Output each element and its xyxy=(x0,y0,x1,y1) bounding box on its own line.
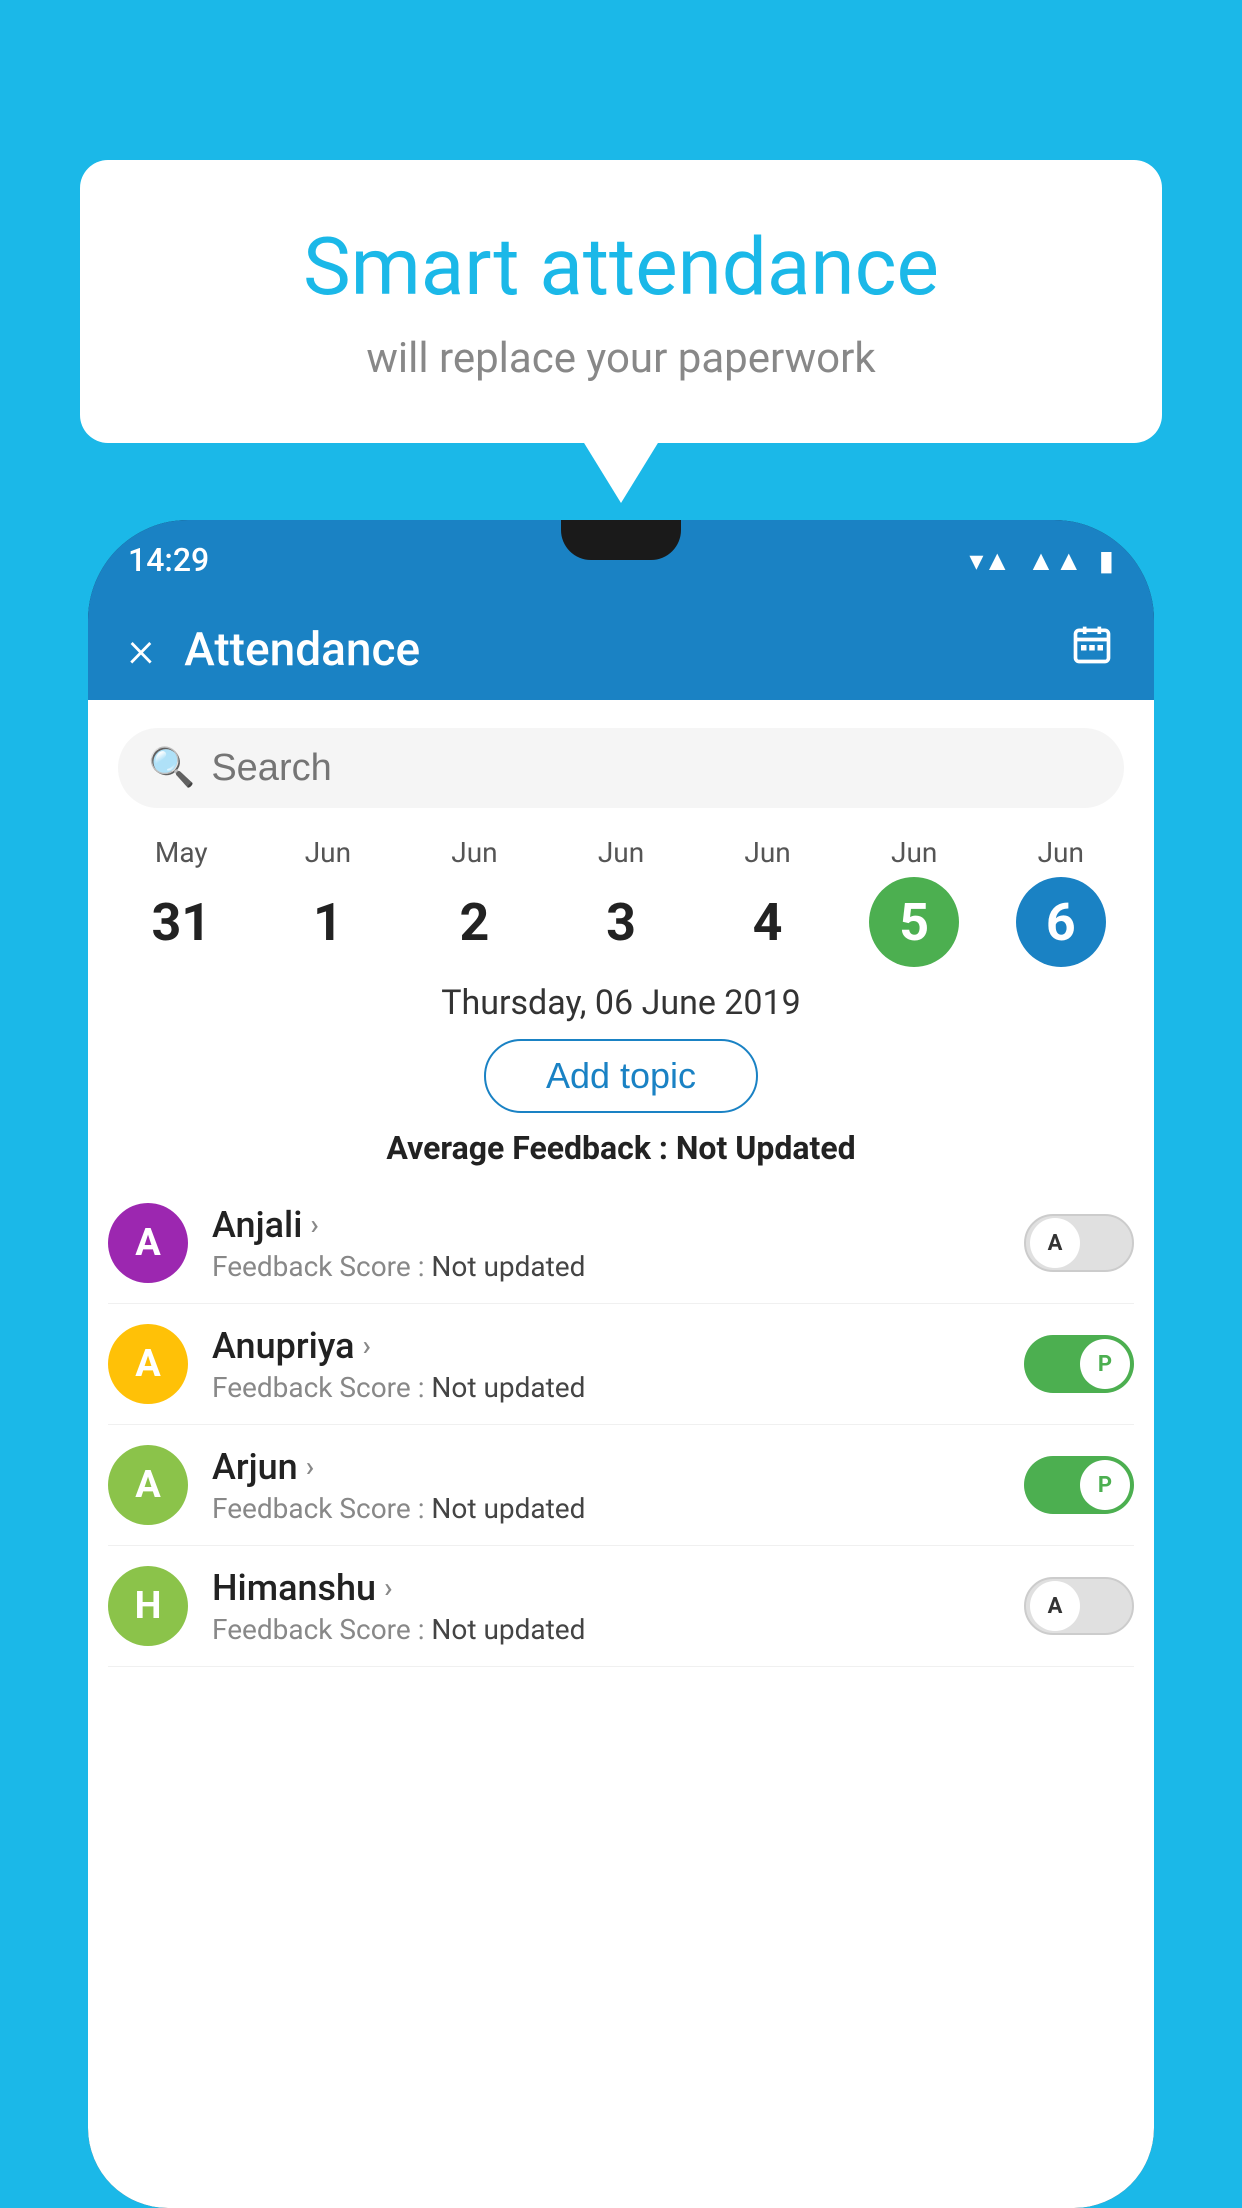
time-display: 14:29 xyxy=(128,541,209,579)
phone-content: 🔍 May 31 Jun 1 Jun 2 Jun 3 Jun 4 Jun 5 Jun 6 Thursday… xyxy=(88,700,1154,2208)
cal-month-label: May xyxy=(155,836,208,869)
chevron-right-icon: › xyxy=(363,1329,371,1362)
student-item[interactable]: A Anupriya › Feedback Score : Not updated P xyxy=(108,1304,1134,1425)
attendance-toggle[interactable]: A xyxy=(1024,1214,1134,1272)
cal-date-number[interactable]: 31 xyxy=(136,877,226,967)
search-input[interactable] xyxy=(211,747,1094,790)
calendar-day[interactable]: May 31 xyxy=(108,836,255,967)
speech-bubble-subtitle: will replace your paperwork xyxy=(160,334,1082,383)
toggle-knob: P xyxy=(1080,1460,1130,1510)
selected-date-label: Thursday, 06 June 2019 xyxy=(88,983,1154,1023)
status-icons: ▾▲ ▲▲ ▮ xyxy=(969,544,1114,577)
avg-feedback-value: Not Updated xyxy=(676,1129,856,1167)
student-name[interactable]: Arjun › xyxy=(212,1446,1000,1488)
avatar: A xyxy=(108,1445,188,1525)
cal-date-number[interactable]: 5 xyxy=(869,877,959,967)
speech-bubble-title: Smart attendance xyxy=(160,220,1082,314)
student-feedback: Feedback Score : Not updated xyxy=(212,1371,1000,1404)
battery-icon: ▮ xyxy=(1099,544,1114,577)
toggle-knob: A xyxy=(1030,1581,1080,1631)
cal-month-label: Jun xyxy=(598,836,644,869)
student-info: Anjali › Feedback Score : Not updated xyxy=(212,1204,1000,1283)
app-bar: × Attendance xyxy=(88,600,1154,700)
student-list: AAnjali ›Feedback Score : Not updatedAAA… xyxy=(88,1183,1154,1667)
toggle-knob: P xyxy=(1080,1339,1130,1389)
calendar-day[interactable]: Jun 1 xyxy=(255,836,402,967)
calendar-day[interactable]: Jun 6 xyxy=(987,836,1134,967)
cal-month-label: Jun xyxy=(305,836,351,869)
student-info: Anupriya › Feedback Score : Not updated xyxy=(212,1325,1000,1404)
cal-date-number[interactable]: 2 xyxy=(429,877,519,967)
cal-month-label: Jun xyxy=(1038,836,1084,869)
chevron-right-icon: › xyxy=(310,1208,318,1241)
student-name[interactable]: Himanshu › xyxy=(212,1567,1000,1609)
student-item[interactable]: H Himanshu › Feedback Score : Not updated A xyxy=(108,1546,1134,1667)
wifi-icon: ▾▲ xyxy=(969,544,1011,577)
calendar-day[interactable]: Jun 3 xyxy=(548,836,695,967)
chevron-right-icon: › xyxy=(384,1571,392,1604)
cal-date-number[interactable]: 1 xyxy=(283,877,373,967)
toggle-knob: A xyxy=(1030,1218,1080,1268)
avatar: A xyxy=(108,1203,188,1283)
phone-frame: 14:29 ▾▲ ▲▲ ▮ × Attendance 🔍 xyxy=(88,520,1154,2208)
student-feedback: Feedback Score : Not updated xyxy=(212,1250,1000,1283)
student-info: Arjun › Feedback Score : Not updated xyxy=(212,1446,1000,1525)
cal-month-label: Jun xyxy=(451,836,497,869)
attendance-toggle[interactable]: P xyxy=(1024,1456,1134,1514)
cal-date-number[interactable]: 3 xyxy=(576,877,666,967)
avg-feedback: Average Feedback : Not Updated xyxy=(88,1129,1154,1167)
close-button[interactable]: × xyxy=(128,621,154,679)
speech-bubble: Smart attendance will replace your paper… xyxy=(80,160,1162,443)
add-topic-button[interactable]: Add topic xyxy=(484,1039,758,1113)
calendar-icon[interactable] xyxy=(1070,623,1114,678)
student-feedback: Feedback Score : Not updated xyxy=(212,1492,1000,1525)
cal-date-number[interactable]: 6 xyxy=(1016,877,1106,967)
student-name[interactable]: Anupriya › xyxy=(212,1325,1000,1367)
signal-icon: ▲▲ xyxy=(1027,544,1082,577)
search-bar[interactable]: 🔍 xyxy=(118,728,1124,808)
student-item[interactable]: A Anjali › Feedback Score : Not updated A xyxy=(108,1183,1134,1304)
calendar-day[interactable]: Jun 5 xyxy=(841,836,988,967)
student-item[interactable]: A Arjun › Feedback Score : Not updated P xyxy=(108,1425,1134,1546)
calendar-day[interactable]: Jun 2 xyxy=(401,836,548,967)
student-name[interactable]: Anjali › xyxy=(212,1204,1000,1246)
chevron-right-icon: › xyxy=(306,1450,314,1483)
avatar: A xyxy=(108,1324,188,1404)
avatar: H xyxy=(108,1566,188,1646)
search-icon: 🔍 xyxy=(148,746,195,790)
attendance-toggle[interactable]: A xyxy=(1024,1577,1134,1635)
avg-feedback-label: Average Feedback : xyxy=(386,1129,675,1167)
calendar-day[interactable]: Jun 4 xyxy=(694,836,841,967)
cal-month-label: Jun xyxy=(891,836,937,869)
calendar-strip: May 31 Jun 1 Jun 2 Jun 3 Jun 4 Jun 5 Jun 6 xyxy=(88,836,1154,967)
attendance-toggle[interactable]: P xyxy=(1024,1335,1134,1393)
status-bar: 14:29 ▾▲ ▲▲ ▮ xyxy=(88,520,1154,600)
student-info: Himanshu › Feedback Score : Not updated xyxy=(212,1567,1000,1646)
cal-month-label: Jun xyxy=(744,836,790,869)
app-bar-title: Attendance xyxy=(184,623,1070,677)
student-feedback: Feedback Score : Not updated xyxy=(212,1613,1000,1646)
cal-date-number[interactable]: 4 xyxy=(723,877,813,967)
notch xyxy=(561,520,681,560)
